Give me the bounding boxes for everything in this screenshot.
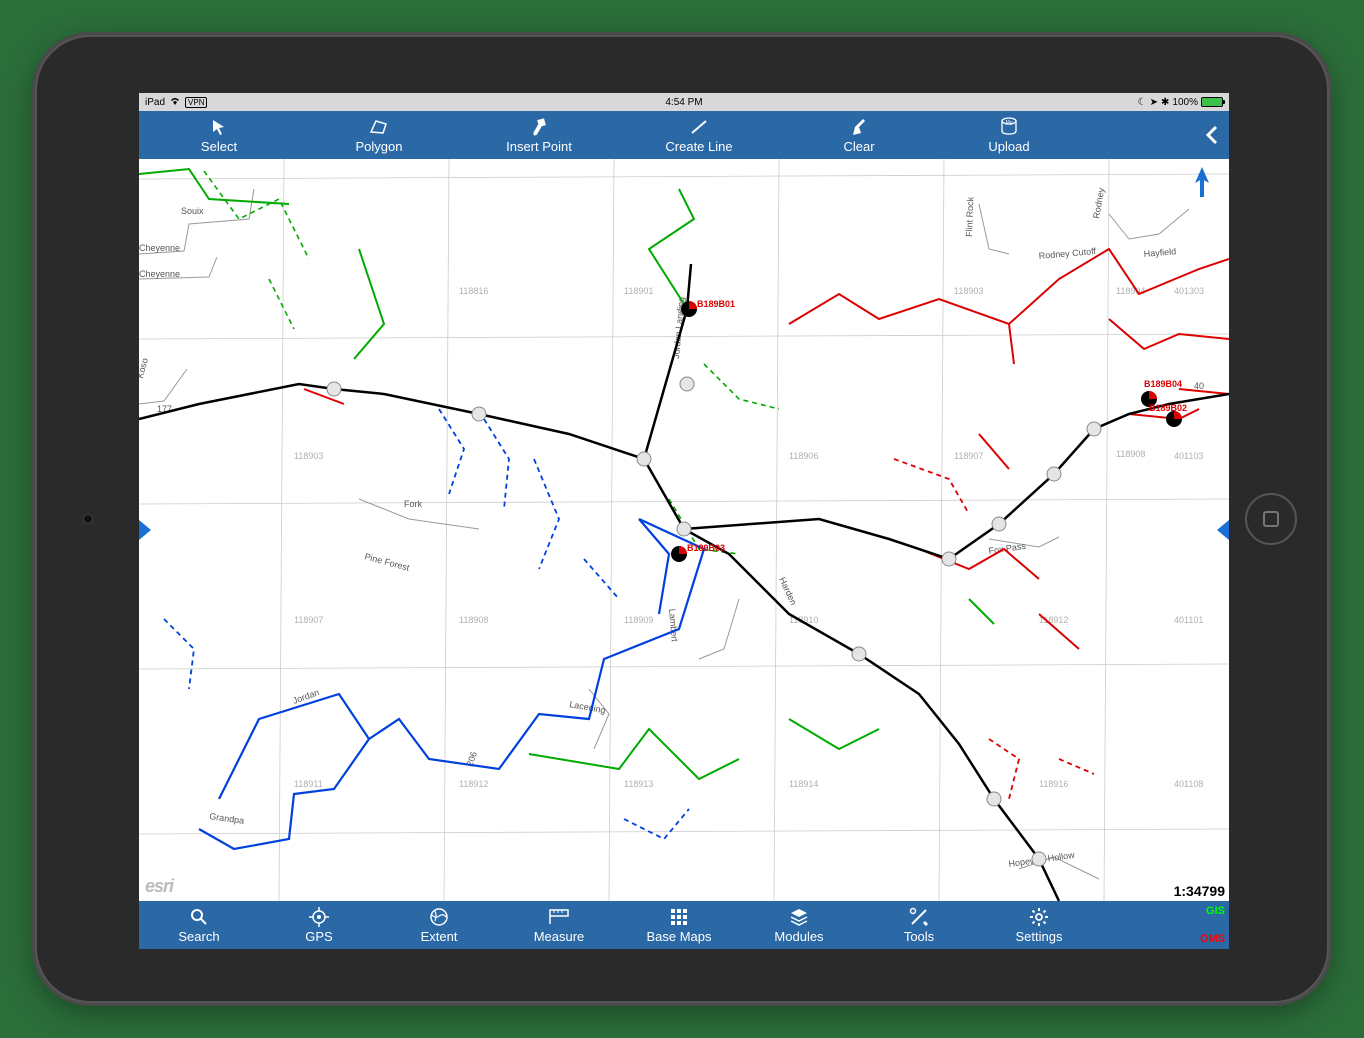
grid-label: 118908 bbox=[1116, 449, 1145, 459]
line-icon bbox=[689, 116, 709, 138]
grid-label: 401108 bbox=[1174, 779, 1203, 789]
svg-text:Cheyenne: Cheyenne bbox=[139, 269, 180, 279]
svg-text:Grandpa: Grandpa bbox=[209, 811, 245, 826]
svg-text:Harden: Harden bbox=[777, 576, 799, 607]
polygon-button[interactable]: Polygon bbox=[299, 116, 459, 154]
grid-label: 401101 bbox=[1174, 615, 1203, 625]
select-button[interactable]: Select bbox=[139, 116, 299, 154]
grid-label: 118903 bbox=[954, 286, 983, 296]
left-panel-handle[interactable] bbox=[139, 520, 151, 540]
svg-text:Hayfield: Hayfield bbox=[1143, 246, 1176, 259]
grid-label: 118916 bbox=[1039, 779, 1068, 789]
svg-text:Koso: Koso bbox=[139, 357, 150, 379]
upload-button[interactable]: My Upload bbox=[939, 116, 1079, 154]
bluetooth-icon: ✱ bbox=[1161, 97, 1169, 108]
grid-icon bbox=[670, 906, 688, 928]
search-button[interactable]: Search bbox=[139, 906, 259, 944]
insert-point-button[interactable]: Insert Point bbox=[459, 116, 619, 154]
database-icon: My bbox=[1000, 116, 1018, 138]
battery-icon bbox=[1201, 97, 1223, 107]
svg-text:Lambert: Lambert bbox=[667, 608, 680, 642]
grid-label: 118816 bbox=[459, 286, 488, 296]
grid-label: 118911 bbox=[294, 779, 323, 789]
esri-attribution: esri bbox=[145, 876, 173, 897]
grid-label: 118912 bbox=[459, 779, 488, 789]
gis-status: GIS bbox=[1206, 905, 1225, 917]
grid-label: 118906 bbox=[789, 451, 818, 461]
north-arrow-icon bbox=[1193, 167, 1211, 207]
gps-icon bbox=[309, 906, 329, 928]
clear-button[interactable]: Clear bbox=[779, 116, 939, 154]
location-icon: ➤ bbox=[1150, 97, 1158, 108]
grid-label: 118909 bbox=[624, 615, 653, 625]
svg-text:My: My bbox=[1006, 120, 1013, 126]
gps-button[interactable]: GPS bbox=[259, 906, 379, 944]
grid-label: 118912 bbox=[1039, 615, 1068, 625]
node-label: B189B03 bbox=[687, 543, 725, 553]
ipad-home-button[interactable] bbox=[1245, 493, 1297, 545]
clock: 4:54 PM bbox=[665, 97, 702, 108]
grid-label: 401303 bbox=[1174, 286, 1204, 296]
basemaps-button[interactable]: Base Maps bbox=[619, 906, 739, 944]
grid-label: 118907 bbox=[294, 615, 323, 625]
node-markers[interactable] bbox=[671, 301, 1182, 562]
svg-text:Rodney Cutoff: Rodney Cutoff bbox=[1038, 246, 1097, 261]
svg-text:Pine Forest: Pine Forest bbox=[363, 551, 411, 573]
search-icon bbox=[190, 906, 208, 928]
grid-label: 118901 bbox=[624, 286, 653, 296]
ios-status-bar: iPad VPN 4:54 PM ☾ ➤ ✱ 100% bbox=[139, 93, 1229, 111]
svg-text:Cheyenne: Cheyenne bbox=[139, 243, 180, 253]
cursor-icon bbox=[210, 116, 228, 138]
bottom-toolbar: Search GPS Extent Measure Base Maps Modu… bbox=[139, 901, 1229, 949]
pin-icon bbox=[531, 116, 547, 138]
settings-button[interactable]: Settings bbox=[979, 906, 1099, 944]
oms-status: OMS bbox=[1200, 933, 1225, 945]
svg-text:Fox Pass: Fox Pass bbox=[988, 541, 1027, 556]
wifi-icon bbox=[169, 96, 181, 109]
svg-text:Fork: Fork bbox=[404, 499, 423, 509]
tools-button[interactable]: Tools bbox=[859, 906, 979, 944]
ipad-camera bbox=[83, 514, 93, 524]
battery-pct: 100% bbox=[1172, 97, 1198, 108]
svg-text:Rodney: Rodney bbox=[1091, 187, 1106, 220]
modules-button[interactable]: Modules bbox=[739, 906, 859, 944]
right-panel-handle[interactable] bbox=[1217, 520, 1229, 540]
broom-icon bbox=[849, 116, 869, 138]
polygon-icon bbox=[368, 116, 390, 138]
node-label: B189B01 bbox=[697, 299, 735, 309]
screen: iPad VPN 4:54 PM ☾ ➤ ✱ 100% Select bbox=[139, 93, 1229, 949]
ruler-icon bbox=[548, 906, 570, 928]
map-canvas[interactable]: 118816 118901 118903 118904 401303 11890… bbox=[139, 159, 1229, 901]
moon-icon: ☾ bbox=[1138, 97, 1147, 108]
collapse-toolbar-button[interactable] bbox=[1199, 119, 1225, 151]
map-svg: 118816 118901 118903 118904 401303 11890… bbox=[139, 159, 1229, 901]
vpn-badge: VPN bbox=[185, 97, 207, 108]
node-label: B189B04 bbox=[1144, 379, 1182, 389]
svg-text:Lacening: Lacening bbox=[569, 699, 607, 715]
measure-button[interactable]: Measure bbox=[499, 906, 619, 944]
extent-button[interactable]: Extent bbox=[379, 906, 499, 944]
node-label: B189B02 bbox=[1149, 403, 1187, 413]
svg-text:Flint Rock: Flint Rock bbox=[964, 196, 975, 237]
globe-icon bbox=[429, 906, 449, 928]
grid-label: 118907 bbox=[954, 451, 983, 461]
svg-text:Jordan: Jordan bbox=[291, 687, 320, 706]
grid-label: 118914 bbox=[789, 779, 818, 789]
top-toolbar: Select Polygon Insert Point Create Line … bbox=[139, 111, 1229, 159]
svg-text:Souix: Souix bbox=[181, 206, 204, 216]
create-line-button[interactable]: Create Line bbox=[619, 116, 779, 154]
map-scale: 1:34799 bbox=[1174, 883, 1225, 899]
gear-icon bbox=[1029, 906, 1049, 928]
grid-label: 118908 bbox=[459, 615, 488, 625]
layers-icon bbox=[789, 906, 809, 928]
grid-label: 401103 bbox=[1174, 451, 1203, 461]
grid-label: 118904 bbox=[1116, 286, 1145, 296]
grid-label: 118903 bbox=[294, 451, 323, 461]
ipad-frame: iPad VPN 4:54 PM ☾ ➤ ✱ 100% Select bbox=[35, 35, 1329, 1003]
tools-icon bbox=[909, 906, 929, 928]
device-label: iPad bbox=[145, 97, 165, 108]
grid-label: 118913 bbox=[624, 779, 653, 789]
svg-text:40: 40 bbox=[1194, 381, 1204, 391]
